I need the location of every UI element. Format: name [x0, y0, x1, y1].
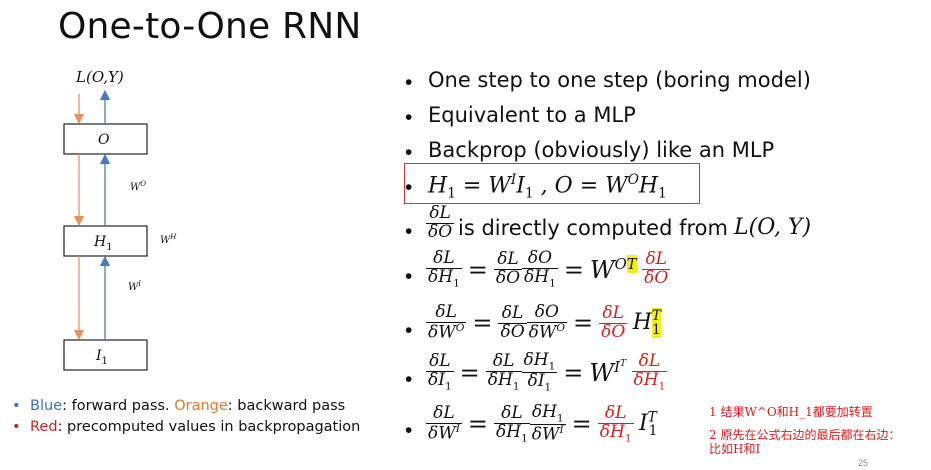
- bullet-7-dot: •: [405, 319, 413, 342]
- equation-forward: H1 = WII1 , O = WOH1: [428, 172, 667, 202]
- legend: • Blue: forward pass. Orange: backward pa…: [12, 396, 360, 438]
- loss-term: L(O, Y): [734, 215, 812, 240]
- node-o-label: O: [98, 132, 110, 148]
- bullet-1-dot: •: [405, 71, 413, 94]
- equation-dl-dwo: δL δWO = δL δO δO δWO = δL δO HT1: [426, 302, 661, 343]
- bullet-5-text: is directly computed from: [458, 216, 728, 240]
- weight-wo-label: WO: [130, 180, 146, 193]
- bullet-3-dot: •: [405, 141, 413, 164]
- bullet-2-dot: •: [405, 106, 413, 129]
- bullet-3-text: Backprop (obviously) like an MLP: [428, 138, 775, 162]
- bullet-8-dot: •: [405, 368, 413, 391]
- annotation-note-1: 1 结果W^O和H_1都要加转置: [709, 405, 873, 419]
- page-number: 25: [858, 458, 869, 468]
- bullet-5-dot: •: [405, 220, 413, 243]
- equation-dl-di1: δL δI1 = δL δH1 δH1 δI1 = WIT δL δH1: [426, 350, 668, 394]
- legend-bullet-red: •: [12, 419, 21, 435]
- legend-bullet-blue: •: [12, 398, 21, 414]
- legend-row-forward: • Blue: forward pass. Orange: backward pa…: [12, 396, 360, 417]
- weight-wh-label: WH: [160, 233, 177, 246]
- bullet-4-dot: •: [405, 176, 413, 199]
- annotation-note-2: 2 原先在公式右边的最后都在右边： 比如H和I: [709, 428, 901, 456]
- bullet-1-text: One step to one step (boring model): [428, 68, 811, 92]
- loss-label: L(O,Y): [75, 68, 124, 86]
- bullet-2-text: Equivalent to a MLP: [428, 103, 636, 127]
- weight-wi-label: WI: [128, 280, 141, 293]
- equation-dl-dwi: δL δWI = δL δH1 δH1 δWI = δL δH1 IT1: [426, 402, 658, 446]
- bullet-9-dot: •: [405, 419, 413, 442]
- legend-row-red: • Red: precomputed values in backpropagat…: [12, 417, 360, 438]
- equation-dl-dh1: δL δH1 = δL δO δO δH1 = WOT δL δO: [426, 248, 671, 290]
- bullet-6-dot: •: [405, 265, 413, 288]
- fraction-dl-do: δL δO: [426, 203, 455, 242]
